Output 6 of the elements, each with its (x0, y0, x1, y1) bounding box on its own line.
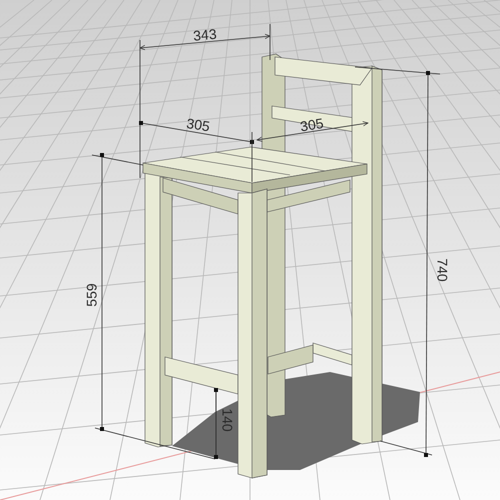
dimension-label: 559 (84, 283, 100, 307)
dimension-label: 343 (192, 26, 218, 44)
dimension-label: 140 (219, 408, 236, 432)
dimension-label: 305 (185, 115, 211, 134)
dimension-label: 305 (299, 115, 325, 134)
dimension-label: 740 (434, 258, 450, 282)
